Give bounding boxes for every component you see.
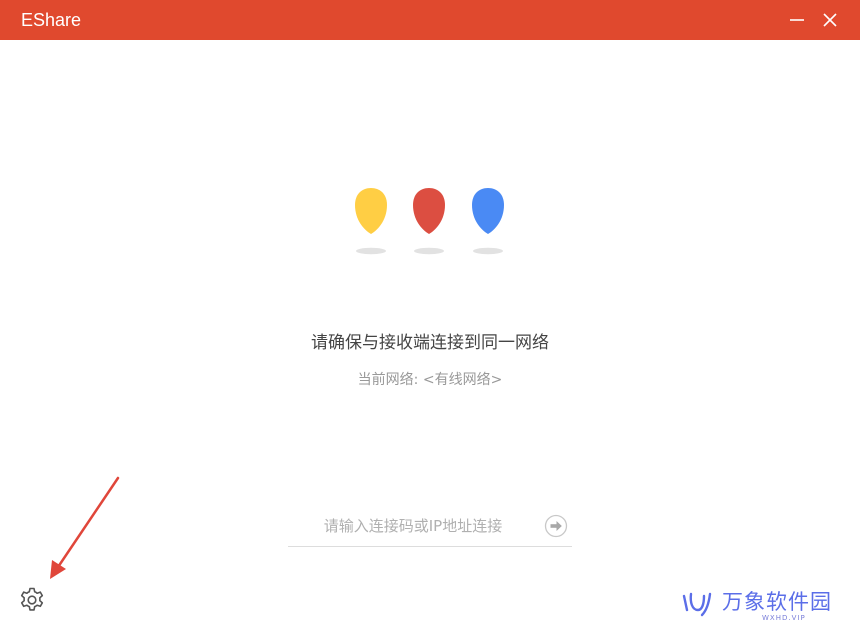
minimize-icon (790, 19, 804, 21)
red-drop-icon (413, 188, 445, 255)
connect-bar (288, 508, 572, 547)
close-icon (823, 13, 837, 27)
red-annotation-arrow (50, 476, 120, 579)
yellow-drop-icon (355, 188, 387, 255)
same-network-headline: 请确保与接收端连接到同一网络 (311, 333, 549, 353)
close-button[interactable] (816, 6, 844, 34)
watermark-sub: WXHD.VIP (762, 614, 806, 622)
blue-drop-icon (472, 188, 504, 255)
settings-button[interactable] (18, 586, 46, 614)
current-network-line: 当前网络: <有线网络> (230, 370, 630, 390)
minimize-button[interactable] (783, 6, 811, 34)
wanxiang-logo-icon (682, 592, 712, 617)
gear-icon (20, 587, 44, 611)
network-value: <有线网络> (422, 372, 503, 388)
window-title: EShare (21, 10, 82, 30)
connect-code-input[interactable] (288, 508, 538, 544)
watermark-brand: 万象软件园 (722, 590, 832, 614)
network-label: 当前网络: (357, 372, 419, 388)
arrow-right-circle-icon (544, 514, 568, 538)
network-illustration (355, 188, 504, 255)
title-bar[interactable]: EShare (0, 0, 860, 40)
eshare-window: EShare 请确保与接收端连接到同一网络 当前网络: <有线网络> 请输入连接… (0, 0, 860, 630)
connect-button[interactable] (544, 514, 568, 538)
watermark: 万象软件园 WXHD.VIP (680, 588, 850, 626)
